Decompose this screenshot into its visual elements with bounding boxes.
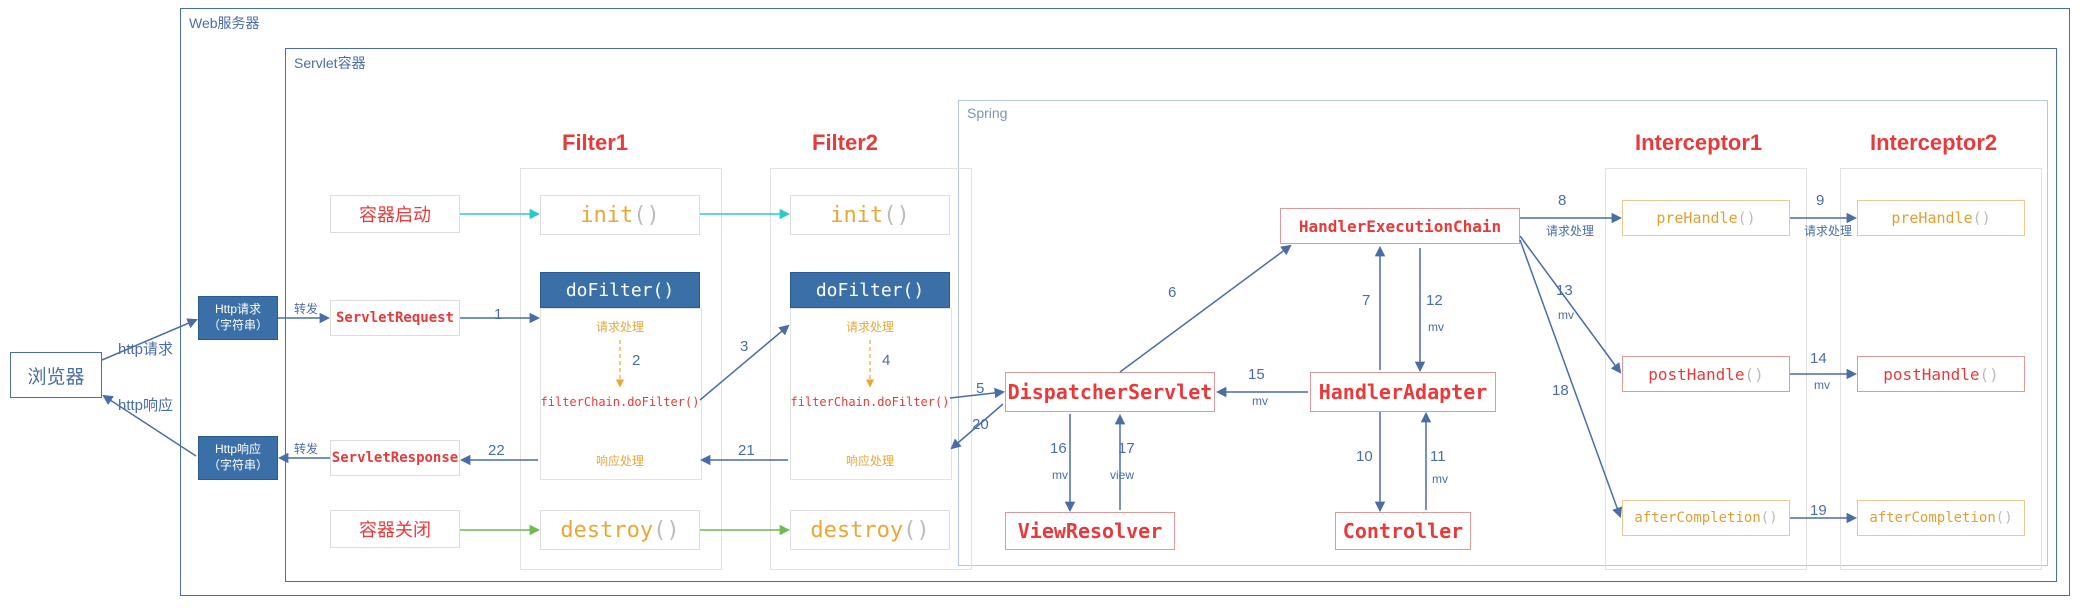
http-request-box: Http请求 （字符串） xyxy=(198,296,278,340)
filter1-req-process: 请求处理 xyxy=(540,314,700,338)
s12: 12 xyxy=(1426,292,1443,309)
servlet-container-label: Servlet容器 xyxy=(294,53,366,73)
filter2-res-process: 响应处理 xyxy=(790,448,950,472)
filter2-destroy-text: destroy() xyxy=(810,518,929,543)
web-server-label: Web服务器 xyxy=(189,13,260,33)
s15: 15 xyxy=(1248,366,1265,383)
s1: 1 xyxy=(494,306,502,323)
s16-mv: mv xyxy=(1052,468,1068,482)
servlet-request-text: ServletRequest xyxy=(336,310,454,326)
s10: 10 xyxy=(1356,448,1373,465)
s8: 8 xyxy=(1558,192,1566,209)
interceptor2-title: Interceptor2 xyxy=(1870,130,1997,156)
browser-text: 浏览器 xyxy=(27,362,84,389)
s2: 2 xyxy=(632,352,640,369)
dispatcher-servlet: DispatcherServlet xyxy=(1005,372,1215,412)
s14-mv: mv xyxy=(1814,378,1830,392)
s13-mv: mv xyxy=(1558,308,1574,322)
filter2-init-text: init() xyxy=(830,203,909,228)
s17-view: view xyxy=(1110,468,1134,482)
filter2-destroy-box: destroy() xyxy=(790,510,950,550)
filter2-req-process: 请求处理 xyxy=(790,314,950,338)
handler-execution-chain: HandlerExecutionChain xyxy=(1280,208,1520,244)
container-stop-box: 容器关闭 xyxy=(330,510,460,548)
container-start-box: 容器启动 xyxy=(330,195,460,233)
lbl-http-response: http响应 xyxy=(118,394,173,415)
lbl-http-request: http请求 xyxy=(118,338,173,359)
view-resolver: ViewResolver xyxy=(1005,512,1175,550)
filter2-chain: filterChain.doFilter() xyxy=(790,390,950,414)
controller: Controller xyxy=(1335,512,1471,550)
filter1-chain: filterChain.doFilter() xyxy=(540,390,700,414)
s14: 14 xyxy=(1810,350,1827,367)
servlet-request-box: ServletRequest xyxy=(330,300,460,336)
filter2-title: Filter2 xyxy=(812,130,878,156)
filter2-init-box: init() xyxy=(790,195,950,235)
container-start-text: 容器启动 xyxy=(359,201,431,227)
i2-prehandle: preHandle() xyxy=(1857,200,2025,236)
servlet-response-box: ServletResponse xyxy=(330,440,460,476)
s21: 21 xyxy=(738,442,755,459)
filter1-destroy-box: destroy() xyxy=(540,510,700,550)
s5: 5 xyxy=(976,380,984,397)
lbl-forward-2: 转发 xyxy=(294,440,318,457)
s12-mv: mv xyxy=(1428,320,1444,334)
s9-sub: 请求处理 xyxy=(1804,222,1852,239)
s22: 22 xyxy=(488,442,505,459)
s16: 16 xyxy=(1050,440,1067,457)
s4: 4 xyxy=(882,352,890,369)
filter1-destroy-text: destroy() xyxy=(560,518,679,543)
i2-aftercompletion: afterCompletion() xyxy=(1857,500,2025,536)
filter1-init-text: init() xyxy=(580,203,659,228)
i1-aftercompletion: afterCompletion() xyxy=(1622,500,1790,536)
filter2-dofilter: doFilter() xyxy=(790,272,950,308)
interceptor1-title: Interceptor1 xyxy=(1635,130,1762,156)
s9: 9 xyxy=(1816,192,1824,209)
i1-posthandle: postHandle() xyxy=(1622,356,1790,392)
s7: 7 xyxy=(1362,292,1370,309)
filter1-init-box: init() xyxy=(540,195,700,235)
servlet-response-text: ServletResponse xyxy=(332,450,458,466)
i1-prehandle: preHandle() xyxy=(1622,200,1790,236)
s18: 18 xyxy=(1552,382,1569,399)
s3: 3 xyxy=(740,338,748,355)
s6: 6 xyxy=(1168,284,1176,301)
filter1-title: Filter1 xyxy=(562,130,628,156)
browser-box: 浏览器 xyxy=(10,352,102,398)
s13: 13 xyxy=(1556,282,1573,299)
filter1-dofilter: doFilter() xyxy=(540,272,700,308)
http-response-box: Http响应 （字符串） xyxy=(198,436,278,480)
lbl-forward-1: 转发 xyxy=(294,300,318,317)
s20: 20 xyxy=(972,416,989,433)
s19: 19 xyxy=(1810,502,1827,519)
i2-posthandle: postHandle() xyxy=(1857,356,2025,392)
spring-label: Spring xyxy=(967,105,1007,121)
s8-sub: 请求处理 xyxy=(1546,222,1594,239)
s15-mv: mv xyxy=(1252,394,1268,408)
s11-mv: mv xyxy=(1432,472,1448,486)
s11: 11 xyxy=(1430,448,1446,465)
container-stop-text: 容器关闭 xyxy=(359,516,431,542)
handler-adapter: HandlerAdapter xyxy=(1310,372,1496,412)
s17: 17 xyxy=(1118,440,1135,457)
filter1-res-process: 响应处理 xyxy=(540,448,700,472)
